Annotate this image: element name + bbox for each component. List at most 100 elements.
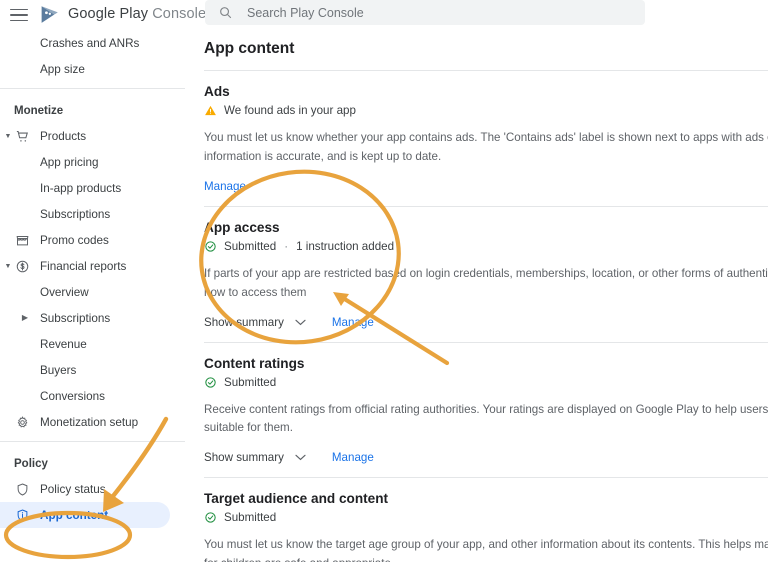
sidebar-item-app-pricing[interactable]: App pricing bbox=[0, 149, 185, 175]
sidebar-divider-2 bbox=[0, 441, 185, 442]
status-text: Submitted bbox=[224, 375, 277, 389]
info-shield-icon bbox=[14, 507, 30, 523]
sidebar-item-app-size[interactable]: App size bbox=[0, 56, 185, 82]
section-target-audience-and-content: Target audience and content Submitted Yo… bbox=[185, 491, 768, 562]
sidebar-item-label: Products bbox=[40, 129, 87, 143]
chevron-down-icon bbox=[295, 319, 306, 325]
sidebar-item-label: Subscriptions bbox=[40, 311, 111, 325]
sidebar-item-promo-codes[interactable]: Promo codes bbox=[0, 227, 185, 253]
sidebar-item-label: Promo codes bbox=[40, 233, 109, 247]
section-ads: Ads We found ads in your app You must le… bbox=[185, 84, 768, 207]
brand-bold: Google Play bbox=[68, 6, 149, 22]
section-status: Submitted bbox=[204, 376, 768, 389]
brand-light: Console bbox=[148, 6, 207, 22]
chevron-down-icon[interactable]: ▼ bbox=[2, 133, 14, 140]
sidebar-item-products[interactable]: ▼ Products bbox=[0, 123, 185, 149]
warning-icon bbox=[205, 105, 216, 116]
section-divider bbox=[204, 477, 768, 479]
status-text: Submitted bbox=[224, 511, 277, 525]
section-actions: Show summary Manage bbox=[204, 451, 768, 464]
sidebar-item-conversions[interactable]: Conversions bbox=[0, 383, 185, 409]
show-summary-toggle[interactable]: Show summary bbox=[204, 316, 306, 329]
section-title: App access bbox=[204, 219, 280, 235]
search-bar[interactable]: Search Play Console bbox=[205, 0, 645, 25]
section-status: Submitted · 1 instruction added bbox=[204, 240, 768, 253]
sidebar: Crashes and ANRs App size Monetize ▼ Pro… bbox=[0, 30, 185, 562]
sidebar-item-label: App pricing bbox=[40, 155, 99, 169]
sidebar-item-subscriptions-financial[interactable]: ▶ Subscriptions bbox=[0, 305, 185, 331]
sidebar-item-label: Buyers bbox=[40, 363, 77, 377]
chevron-down-icon[interactable]: ▼ bbox=[2, 263, 14, 270]
chevron-right-icon[interactable]: ▶ bbox=[19, 314, 31, 322]
title-divider bbox=[204, 70, 768, 71]
shield-icon bbox=[14, 481, 30, 497]
page-title: App content bbox=[204, 40, 295, 57]
sidebar-item-label: Financial reports bbox=[40, 259, 127, 273]
status-text: We found ads in your app bbox=[224, 104, 356, 117]
section-title: Ads bbox=[204, 84, 230, 99]
section-title: Target audience and content bbox=[204, 491, 389, 507]
section-description: Receive content ratings from official ra… bbox=[204, 402, 768, 435]
google-play-console-logo-icon bbox=[41, 5, 58, 23]
sidebar-item-buyers[interactable]: Buyers bbox=[0, 357, 185, 383]
manage-link[interactable]: Manage bbox=[332, 316, 374, 329]
brand-text: Google Play Console bbox=[68, 6, 206, 22]
show-summary-label: Show summary bbox=[204, 451, 284, 465]
manage-link[interactable]: Manage bbox=[332, 451, 374, 464]
section-description: You must let us know the target age grou… bbox=[204, 538, 768, 562]
main-content: App content Ads We found ads in your app… bbox=[185, 30, 768, 562]
sidebar-item-financial-reports[interactable]: ▼ Financial reports bbox=[0, 253, 185, 279]
section-app-access: App access Submitted · 1 instruction add… bbox=[185, 220, 768, 343]
status-extra: 1 instruction added bbox=[296, 239, 395, 253]
sidebar-item-crashes-and-anrs[interactable]: Crashes and ANRs bbox=[0, 30, 185, 56]
sidebar-item-revenue[interactable]: Revenue bbox=[0, 331, 185, 357]
section-divider bbox=[204, 341, 768, 343]
dollar-icon bbox=[14, 258, 30, 274]
sidebar-item-in-app-products[interactable]: In-app products bbox=[0, 175, 185, 201]
sidebar-item-label: Crashes and ANRs bbox=[40, 36, 140, 50]
sidebar-item-policy-status[interactable]: Policy status bbox=[0, 476, 185, 502]
check-circle-icon bbox=[205, 241, 216, 252]
sidebar-item-subscriptions[interactable]: Subscriptions bbox=[0, 201, 185, 227]
sidebar-item-label: Overview bbox=[40, 285, 89, 299]
sidebar-item-label: App content bbox=[40, 508, 109, 522]
check-circle-icon bbox=[205, 376, 216, 388]
section-status: Submitted bbox=[204, 511, 768, 524]
section-status: We found ads in your app bbox=[204, 104, 768, 117]
show-summary-label: Show summary bbox=[204, 315, 284, 329]
section-divider bbox=[204, 205, 768, 207]
sidebar-item-label: Monetization setup bbox=[40, 415, 139, 429]
search-icon bbox=[220, 7, 232, 19]
cart-icon bbox=[14, 128, 30, 144]
status-separator: · bbox=[284, 239, 289, 253]
section-description: If parts of your app are restricted base… bbox=[204, 266, 768, 299]
sidebar-divider bbox=[0, 88, 185, 89]
sidebar-item-app-content[interactable]: App content bbox=[0, 502, 185, 528]
status-text: Submitted bbox=[224, 239, 277, 253]
section-actions: Show summary Manage bbox=[204, 316, 768, 329]
sidebar-item-label: In-app products bbox=[40, 181, 122, 195]
check-circle-icon bbox=[205, 512, 216, 524]
section-description: You must let us know whether your app co… bbox=[204, 131, 768, 163]
sidebar-item-monetization-setup[interactable]: Monetization setup bbox=[0, 409, 185, 435]
section-content-ratings: Content ratings Submitted Receive conten… bbox=[185, 356, 768, 479]
manage-link[interactable]: Manage bbox=[204, 180, 246, 193]
top-bar: Google Play Console Search Play Console bbox=[0, 0, 768, 30]
sidebar-item-overview[interactable]: Overview bbox=[0, 279, 185, 305]
section-actions: Manage bbox=[204, 180, 768, 193]
brand-logo-group[interactable]: Google Play Console bbox=[38, 1, 206, 27]
app-root: Google Play Console Search Play Console … bbox=[0, 0, 768, 562]
search-input[interactable]: Search Play Console bbox=[247, 6, 364, 20]
sidebar-section-monetize: Monetize bbox=[14, 105, 64, 117]
sidebar-item-label: App size bbox=[40, 62, 85, 76]
gear-icon bbox=[14, 414, 30, 430]
sidebar-item-label: Conversions bbox=[40, 389, 105, 403]
sidebar-item-label: Revenue bbox=[40, 337, 87, 351]
sidebar-item-label: Subscriptions bbox=[40, 207, 111, 221]
store-icon bbox=[14, 232, 30, 248]
show-summary-toggle[interactable]: Show summary bbox=[204, 451, 306, 464]
sidebar-item-label: Policy status bbox=[40, 482, 106, 496]
section-title: Content ratings bbox=[204, 355, 305, 371]
menu-icon[interactable] bbox=[10, 5, 32, 25]
chevron-down-icon bbox=[295, 455, 306, 461]
